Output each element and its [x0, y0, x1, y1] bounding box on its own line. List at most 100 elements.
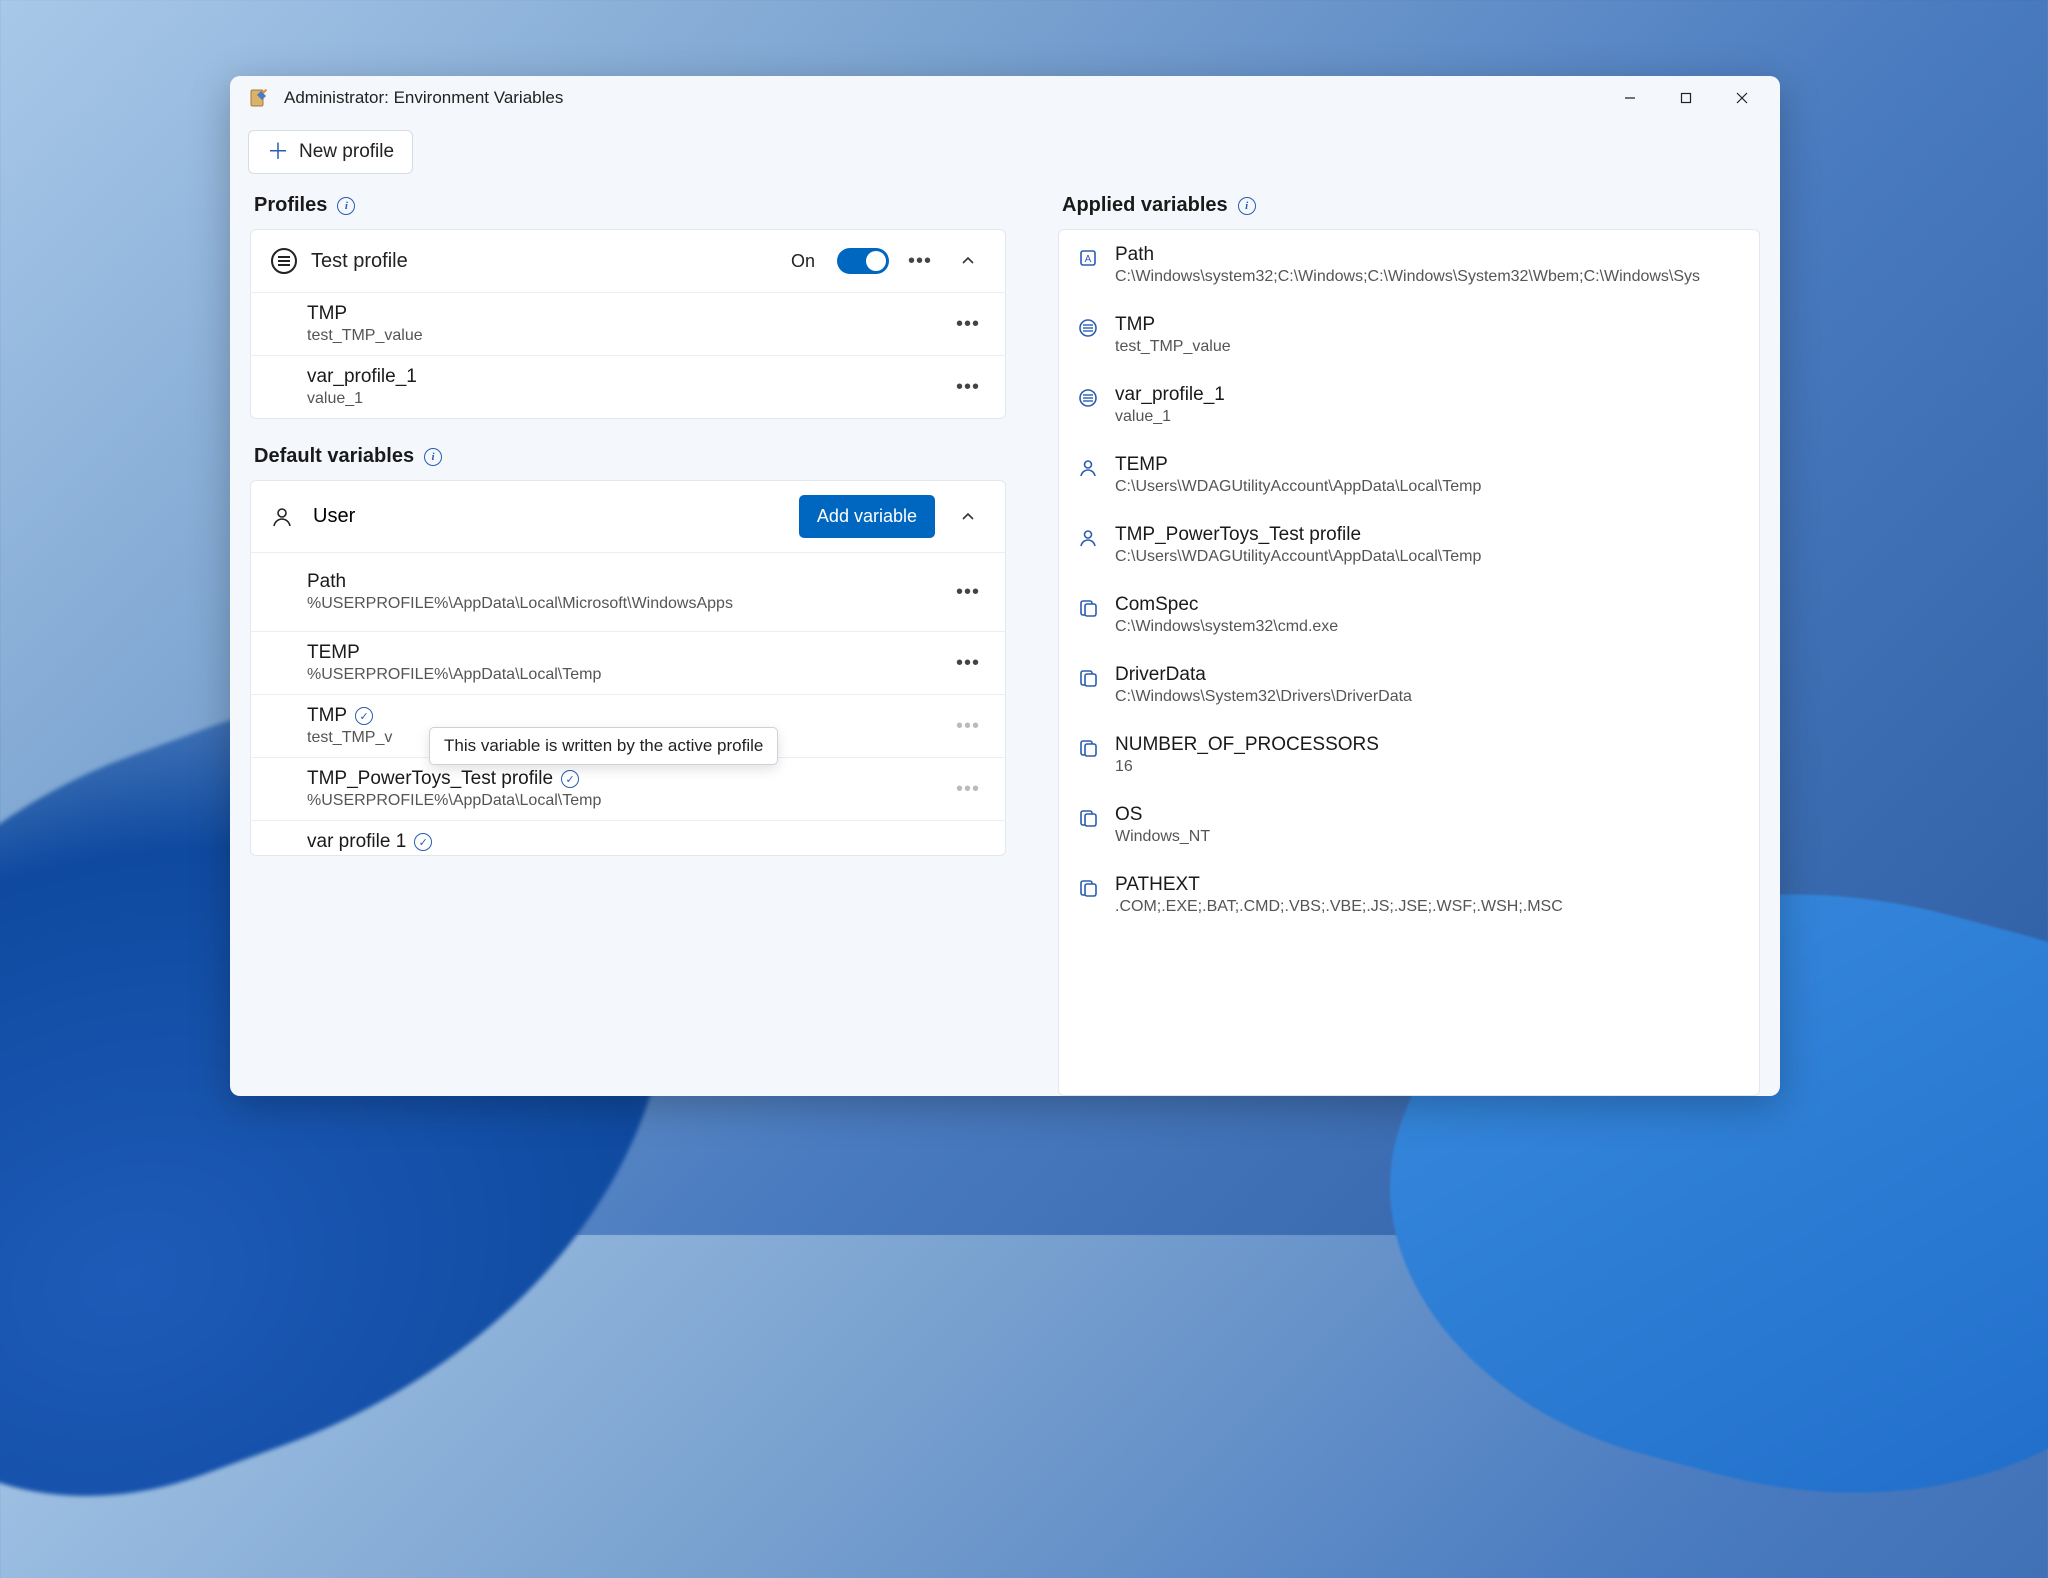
- applied-var-row[interactable]: DriverDataC:\Windows\System32\Drivers\Dr…: [1059, 650, 1759, 720]
- var-more-button[interactable]: •••: [951, 709, 985, 743]
- applied-var-row[interactable]: TEMP C:\Users\WDAGUtilityAccount\AppData\…: [1059, 440, 1759, 510]
- applied-heading: Applied variables: [1062, 194, 1228, 217]
- profiles-heading: Profiles: [254, 194, 327, 217]
- profile-var-row[interactable]: TMP test_TMP_value •••: [251, 293, 1005, 356]
- profile-toggle[interactable]: [837, 248, 889, 274]
- var-name: TEMP: [307, 642, 939, 664]
- applied-var-name: OS: [1115, 804, 1735, 826]
- applied-var-name: PATHEXT: [1115, 874, 1735, 896]
- applied-var-value: 16: [1115, 758, 1735, 776]
- applied-var-value: test_TMP_value: [1115, 338, 1735, 356]
- var-name: Path: [307, 571, 939, 593]
- profile-panel: Test profile On ••• TMP test_TMP_value: [250, 229, 1006, 419]
- applied-var-row[interactable]: OS Windows_NT: [1059, 790, 1759, 860]
- left-scroll-region[interactable]: Test profile On ••• TMP test_TMP_value: [250, 229, 1010, 1096]
- profiles-heading-row: Profiles i: [254, 194, 1010, 217]
- profile-collapse-button[interactable]: [951, 244, 985, 278]
- maximize-button[interactable]: [1658, 76, 1714, 120]
- var-name: TMP ✓: [307, 705, 939, 727]
- applied-var-row[interactable]: NUMBER_OF_PROCESSORS16: [1059, 720, 1759, 790]
- var-more-button[interactable]: •••: [951, 370, 985, 404]
- var-name: var profile 1 ✓: [307, 831, 985, 853]
- tooltip: This variable is written by the active p…: [429, 727, 778, 765]
- var-name: TMP: [307, 303, 939, 325]
- info-icon[interactable]: i: [424, 448, 442, 466]
- app-window: Administrator: Environment Variables ＋ N…: [230, 76, 1780, 1096]
- overridden-badge-icon: ✓: [414, 833, 432, 851]
- toggle-state-label: On: [791, 251, 815, 272]
- applied-var-value: C:\Users\WDAGUtilityAccount\AppData\Loca…: [1115, 548, 1735, 566]
- plus-icon: ＋: [267, 141, 289, 163]
- var-value: %USERPROFILE%\AppData\Local\Temp: [307, 792, 939, 810]
- default-user-panel: User Add variable Path %USERPROFILE%\App…: [250, 480, 1006, 856]
- var-more-button[interactable]: •••: [951, 646, 985, 680]
- applied-var-row[interactable]: TMP_PowerToys_Test profile C:\Users\WDAGU…: [1059, 510, 1759, 580]
- app-icon: [248, 87, 270, 109]
- applied-var-value: value_1: [1115, 408, 1735, 426]
- user-group-label: User: [313, 505, 783, 528]
- info-icon[interactable]: i: [1238, 197, 1256, 215]
- applied-var-row[interactable]: PATHEXT .COM;.EXE;.BAT;.CMD;.VBS;.VBE;.JS…: [1059, 860, 1759, 930]
- system-source-icon: [1077, 877, 1099, 899]
- toolbar: ＋ New profile: [230, 120, 1780, 194]
- user-source-icon: [1077, 527, 1099, 549]
- svg-text:A: A: [1085, 254, 1092, 265]
- right-column: Applied variables i A Path C:\Windows\syst…: [1058, 194, 1760, 1096]
- applied-var-name: var_profile_1: [1115, 384, 1735, 406]
- system-source-icon: [1077, 737, 1099, 759]
- var-more-button[interactable]: •••: [951, 307, 985, 341]
- user-source-icon: [1077, 457, 1099, 479]
- applied-var-row[interactable]: var_profile_1 value_1: [1059, 370, 1759, 440]
- applied-var-row[interactable]: ComSpec C:\Windows\system32\cmd.exe: [1059, 580, 1759, 650]
- new-profile-button[interactable]: ＋ New profile: [248, 130, 413, 174]
- applied-var-value: C:\Windows\system32\cmd.exe: [1115, 618, 1735, 636]
- user-var-row[interactable]: var profile 1 ✓: [251, 821, 1005, 855]
- close-button[interactable]: [1714, 76, 1770, 120]
- overridden-badge-icon: ✓: [355, 707, 373, 725]
- applied-var-name: ComSpec: [1115, 594, 1735, 616]
- applied-var-value: .COM;.EXE;.BAT;.CMD;.VBS;.VBE;.JS;.JSE;.…: [1115, 898, 1735, 916]
- system-source-icon: A: [1077, 247, 1099, 269]
- var-value: value_1: [307, 390, 939, 408]
- user-group-header[interactable]: User Add variable: [251, 481, 1005, 553]
- tooltip-text: This variable is written by the active p…: [444, 736, 763, 755]
- profile-header[interactable]: Test profile On •••: [251, 230, 1005, 293]
- applied-var-row[interactable]: A Path C:\Windows\system32;C:\Windows;C:\W…: [1059, 230, 1759, 300]
- profile-source-icon: [1077, 317, 1099, 339]
- applied-panel[interactable]: A Path C:\Windows\system32;C:\Windows;C:\W…: [1058, 229, 1760, 1096]
- applied-var-name: TMP: [1115, 314, 1735, 336]
- profile-more-button[interactable]: •••: [903, 244, 937, 278]
- window-controls: [1602, 76, 1770, 120]
- user-var-row[interactable]: TEMP %USERPROFILE%\AppData\Local\Temp ••…: [251, 632, 1005, 695]
- system-source-icon: [1077, 667, 1099, 689]
- profile-name: Test profile: [311, 250, 777, 273]
- profile-list-icon: [271, 248, 297, 274]
- user-group-collapse-button[interactable]: [951, 500, 985, 534]
- applied-var-value: C:\Users\WDAGUtilityAccount\AppData\Loca…: [1115, 478, 1735, 496]
- user-var-row[interactable]: Path %USERPROFILE%\AppData\Local\Microso…: [251, 553, 1005, 632]
- applied-var-value: C:\Windows\system32;C:\Windows;C:\Window…: [1115, 268, 1735, 286]
- profile-var-row[interactable]: var_profile_1 value_1 •••: [251, 356, 1005, 418]
- var-more-button[interactable]: •••: [951, 575, 985, 609]
- var-value: %USERPROFILE%\AppData\Local\Microsoft\Wi…: [307, 595, 939, 613]
- window-title: Administrator: Environment Variables: [284, 88, 563, 108]
- applied-var-row[interactable]: TMP test_TMP_value: [1059, 300, 1759, 370]
- user-icon: [271, 506, 297, 528]
- info-icon[interactable]: i: [337, 197, 355, 215]
- applied-var-name: DriverData: [1115, 664, 1735, 686]
- var-more-button[interactable]: •••: [951, 772, 985, 806]
- minimize-button[interactable]: [1602, 76, 1658, 120]
- applied-var-name: Path: [1115, 244, 1735, 266]
- applied-var-name: TMP_PowerToys_Test profile: [1115, 524, 1735, 546]
- profile-source-icon: [1077, 387, 1099, 409]
- applied-var-value: Windows_NT: [1115, 828, 1735, 846]
- user-var-row[interactable]: TMP_PowerToys_Test profile ✓ %USERPROFIL…: [251, 758, 1005, 821]
- system-source-icon: [1077, 597, 1099, 619]
- overridden-badge-icon: ✓: [561, 770, 579, 788]
- applied-heading-row: Applied variables i: [1062, 194, 1760, 217]
- applied-var-name: TEMP: [1115, 454, 1735, 476]
- add-variable-button[interactable]: Add variable: [799, 495, 935, 538]
- system-source-icon: [1077, 807, 1099, 829]
- left-column: Profiles i Test profile On •••: [250, 194, 1010, 1096]
- var-name: var_profile_1: [307, 366, 939, 388]
